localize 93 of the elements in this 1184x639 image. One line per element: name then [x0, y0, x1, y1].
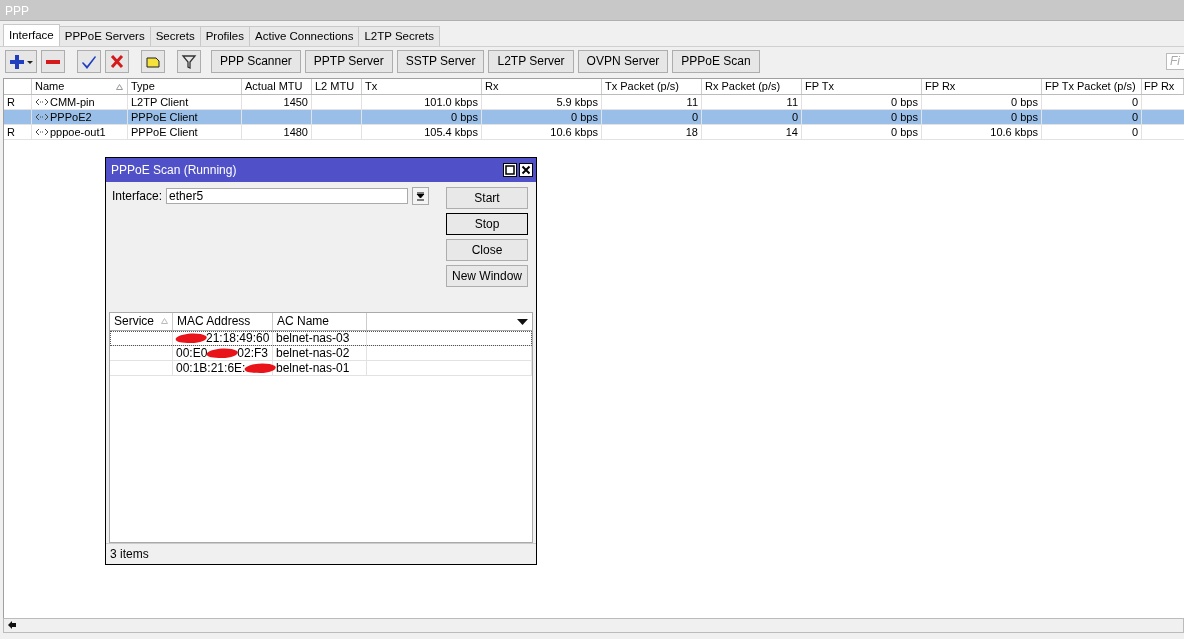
- interface-field[interactable]: ether5: [166, 188, 409, 204]
- toolbar-button[interactable]: OVPN Server: [577, 49, 669, 73]
- close-icon[interactable]: [519, 163, 533, 177]
- column-header[interactable]: MAC Address: [173, 313, 273, 330]
- column-header[interactable]: AC Name: [273, 313, 367, 330]
- table-cell: 0: [1131, 110, 1138, 124]
- table-cell: 105.4 kbps: [424, 125, 478, 139]
- tunnel-icon: [35, 98, 49, 106]
- maximize-icon[interactable]: [503, 163, 517, 177]
- table-cell: 0 bps: [1011, 110, 1038, 124]
- tunnel-icon: [35, 113, 49, 121]
- column-header[interactable]: Rx: [482, 79, 602, 94]
- column-header[interactable]: Tx: [362, 79, 482, 94]
- field-label: Interface:: [112, 189, 163, 203]
- table-cell: L2TP Client: [131, 95, 189, 109]
- status-text: 3 items: [106, 543, 536, 564]
- dialog-button[interactable]: Close: [446, 239, 528, 261]
- table-cell: 5.9 kbps: [556, 95, 598, 109]
- table-cell: belnet-nas-02: [276, 346, 350, 360]
- redaction-mark: [243, 362, 278, 374]
- dialog-button[interactable]: Start: [446, 187, 528, 209]
- table-cell: 0 bps: [891, 95, 918, 109]
- tab[interactable]: Active Connections: [249, 26, 360, 46]
- toolbar-button[interactable]: L2TP Server: [488, 49, 574, 73]
- table-row[interactable]: R pppoe-out1 PPPoE Client 1480 105.4 kbps 10.6 kbps 18 14 0 bps 10.6 kbps 0: [4, 125, 1184, 140]
- table-cell: 0: [1131, 95, 1138, 109]
- table-cell: 10.6 kbps: [990, 125, 1038, 139]
- find-field[interactable]: Fi: [1166, 52, 1184, 70]
- table-cell: 02:F3: [237, 346, 269, 360]
- column-header[interactable]: FP Tx Packet (p/s): [1042, 79, 1142, 94]
- column-header[interactable]: FP Rx: [1142, 79, 1184, 94]
- table-cell: 0 bps: [571, 110, 598, 124]
- table-cell: 0 bps: [891, 125, 918, 139]
- column-header[interactable]: Tx Packet (p/s): [602, 79, 702, 94]
- column-header[interactable]: Actual MTU: [242, 79, 312, 94]
- table-cell: 0 bps: [1011, 95, 1038, 109]
- table-cell: 10.6 kbps: [550, 125, 598, 139]
- dropdown-button[interactable]: [412, 187, 430, 205]
- tunnel-icon: [35, 128, 49, 136]
- table-cell: 11: [786, 95, 798, 109]
- table-cell: 1480: [283, 125, 308, 139]
- dialog-button[interactable]: Stop: [446, 213, 528, 235]
- column-header[interactable]: FP Tx: [802, 79, 922, 94]
- table-cell: 18: [685, 125, 698, 139]
- toolbar-button[interactable]: SSTP Server: [396, 49, 485, 73]
- tab[interactable]: Secrets: [149, 26, 201, 46]
- table-cell: 11: [686, 95, 698, 109]
- table-cell: 0: [791, 110, 798, 124]
- column-menu-icon: [517, 319, 528, 325]
- column-header[interactable]: Name: [32, 79, 128, 94]
- column-header[interactable]: Type: [128, 79, 242, 94]
- table-cell: 0: [691, 110, 698, 124]
- table-cell: 14: [785, 125, 798, 139]
- table-cell: PPPoE2: [50, 110, 92, 124]
- left-arrow-icon: [8, 621, 16, 629]
- table-cell: 1450: [283, 95, 308, 109]
- tab[interactable]: Interface: [3, 24, 60, 46]
- table-cell: R: [7, 125, 15, 139]
- table-cell: 101.0 kbps: [424, 95, 478, 109]
- table-cell: R: [7, 95, 15, 109]
- table-cell: 0 bps: [451, 110, 478, 124]
- sort-icon: [116, 84, 123, 90]
- redaction-mark: [174, 332, 208, 344]
- column-header[interactable]: Rx Packet (p/s): [702, 79, 802, 94]
- tab[interactable]: PPPoE Servers: [58, 26, 151, 46]
- table-cell: PPPoE Client: [131, 125, 198, 139]
- dropdown-icon: [416, 191, 426, 201]
- table-cell: 0: [1131, 125, 1138, 139]
- tab[interactable]: L2TP Secrets: [358, 26, 440, 46]
- dialog-title: PPPoE Scan (Running): [111, 163, 237, 177]
- table-cell: 0 bps: [891, 110, 918, 124]
- column-header[interactable]: Service: [110, 313, 173, 330]
- list-row[interactable]: 00:1B:21:6E: belnet-nas-01: [110, 361, 532, 376]
- dialog-button[interactable]: New Window: [446, 265, 528, 287]
- horizontal-scrollbar[interactable]: [3, 618, 1184, 633]
- table-cell: 00:E0: [176, 346, 208, 360]
- toolbar-button[interactable]: PPP Scanner: [211, 49, 301, 73]
- toolbar-button[interactable]: PPPoE Scan: [672, 49, 760, 73]
- column-header[interactable]: FP Rx: [922, 79, 1042, 94]
- tab[interactable]: Profiles: [199, 26, 250, 46]
- table-cell: PPPoE Client: [131, 110, 198, 124]
- list-row[interactable]: 00:E0 02:F3 belnet-nas-02: [110, 346, 532, 361]
- list-row[interactable]: 21:18:49:60 belnet-nas-03: [110, 331, 532, 346]
- table-cell: CMM-pin: [50, 95, 95, 109]
- table-cell: pppoe-out1: [50, 125, 106, 139]
- toolbar-button[interactable]: PPTP Server: [304, 49, 393, 73]
- selected-row[interactable]: PPPoE2 PPPoE Client 0 bps 0 bps 0 0 0 bps 0 bps 0: [4, 110, 1184, 125]
- column-header[interactable]: L2 MTU: [312, 79, 362, 94]
- table-cell: 21:18:49:60: [206, 331, 270, 345]
- table-cell: 00:1B:21:6E:: [176, 361, 246, 375]
- table-cell: belnet-nas-01: [276, 361, 350, 375]
- sort-icon: [161, 318, 168, 324]
- table-cell: belnet-nas-03: [276, 331, 350, 345]
